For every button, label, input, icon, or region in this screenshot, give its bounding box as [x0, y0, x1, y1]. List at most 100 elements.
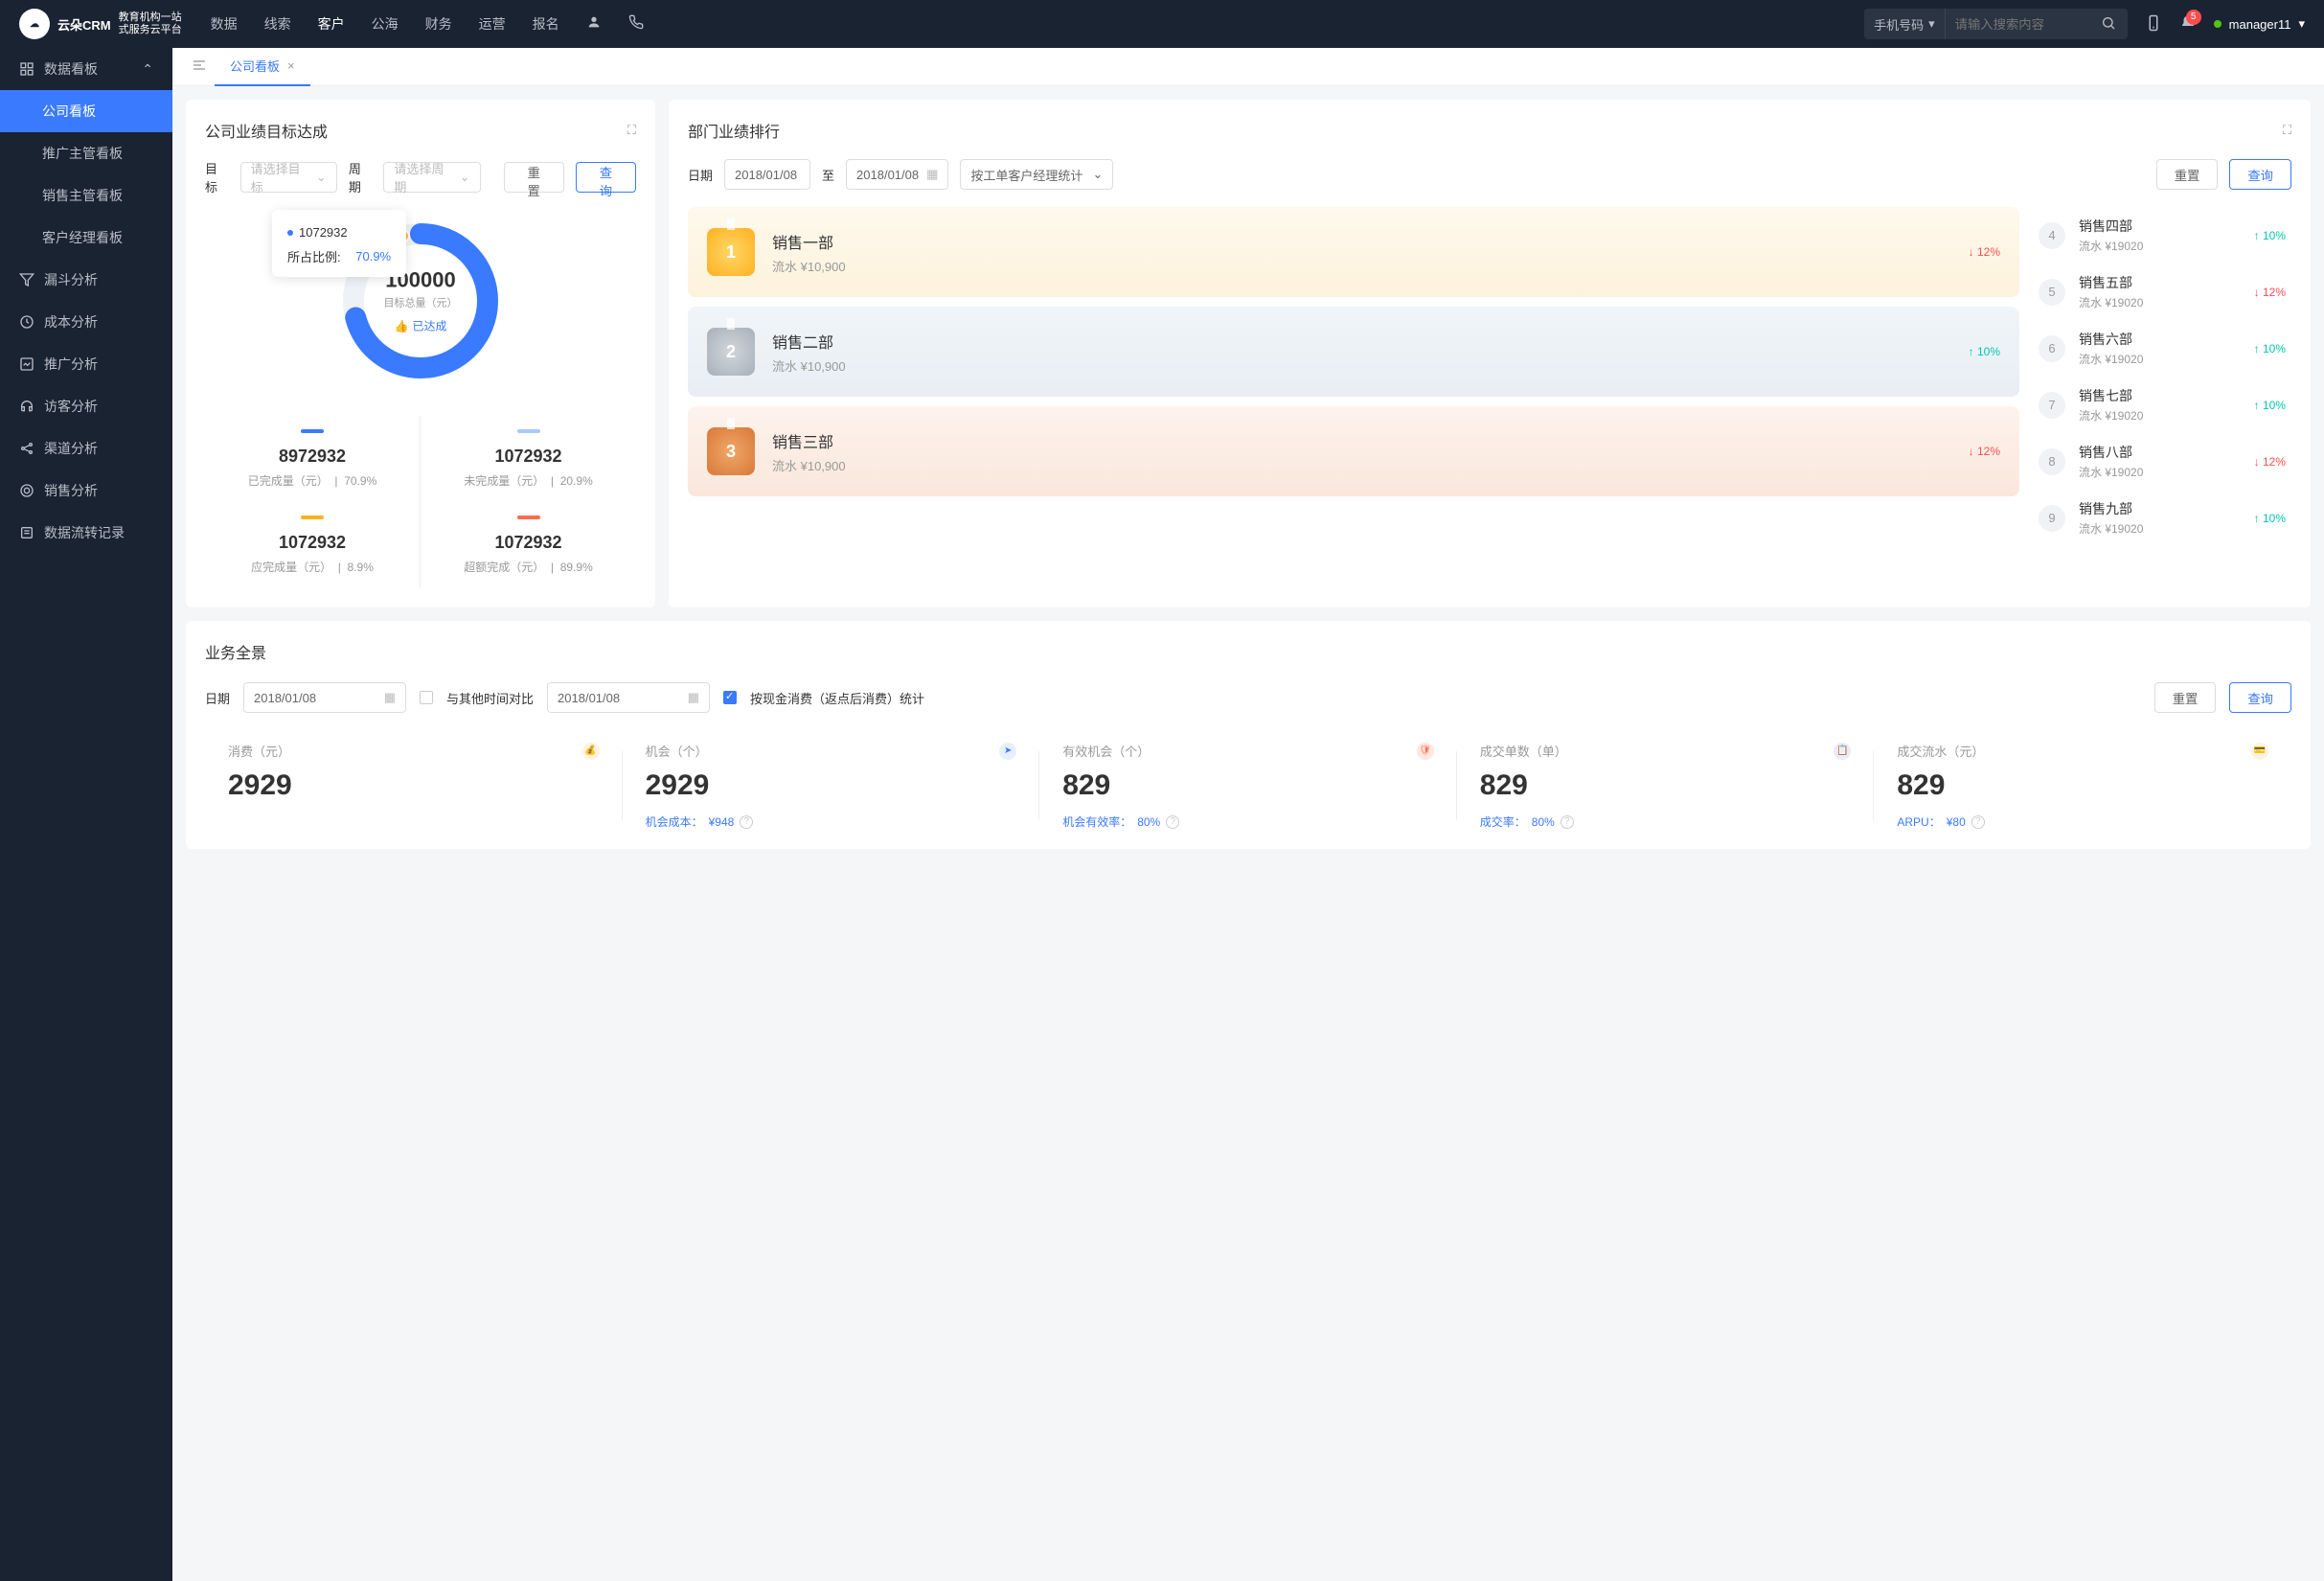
help-icon[interactable]: ?	[740, 815, 753, 829]
nav-leads[interactable]: 线索	[264, 14, 291, 34]
collapse-button[interactable]	[184, 57, 215, 76]
tab-close-icon[interactable]: ×	[287, 58, 295, 73]
overview-reset-button[interactable]: 重置	[2154, 682, 2217, 713]
calendar-icon: ▦	[688, 690, 699, 705]
target-select[interactable]: 请选择目标⌄	[240, 162, 337, 193]
rank-card[interactable]: 2 销售二部 流水 ¥10,900 ↑ 10%	[688, 307, 2019, 397]
mobile-icon[interactable]	[2145, 14, 2162, 34]
period-label: 周期	[349, 159, 373, 195]
nav-operations[interactable]: 运营	[479, 14, 506, 34]
rank-name: 销售二部	[772, 330, 1951, 353]
sidebar-item-sales[interactable]: 销售分析	[0, 470, 172, 512]
rank-name: 销售一部	[772, 230, 1951, 253]
sidebar-item-visitor[interactable]: 访客分析	[0, 385, 172, 427]
thumbsup-icon: 👍	[395, 319, 409, 332]
help-icon[interactable]: ?	[1971, 815, 1985, 829]
topnav: ☁ 云朵CRM 教育机构一站 式服务云平台 数据 线索 客户 公海 财务 运营 …	[0, 0, 2324, 48]
ranking-query-button[interactable]: 查询	[2229, 159, 2291, 190]
sidebar-item-promo[interactable]: 推广分析	[0, 343, 172, 385]
rank-row[interactable]: 4 销售四部 流水 ¥19020 ↑ 10%	[2033, 207, 2291, 264]
sidebar-item-flow[interactable]: 数据流转记录	[0, 512, 172, 554]
chevron-up-icon: ⌃	[142, 61, 153, 78]
target-label: 目标	[205, 159, 229, 195]
tab-company-board[interactable]: 公司看板 ×	[215, 48, 310, 86]
rank-row-sub: 流水 ¥19020	[2079, 407, 2241, 424]
nav-phone-icon[interactable]	[628, 14, 644, 34]
nav-customers[interactable]: 客户	[318, 14, 345, 34]
goal-reset-button[interactable]: 重置	[504, 162, 564, 193]
kpi-icon: 📋	[1834, 743, 1851, 760]
chevron-down-icon: ⌄	[316, 170, 327, 185]
overview-panel: 业务全景 日期 2018/01/08 ▦ 与其他时间对比 2018/01/08 …	[186, 621, 2311, 849]
kpi-value: 829	[1480, 769, 1852, 802]
calendar-icon: ▦	[926, 167, 938, 182]
ranking-title: 部门业绩排行	[688, 119, 780, 142]
rank-row-name: 销售七部	[2079, 386, 2241, 405]
rank-card[interactable]: 3 销售三部 流水 ¥10,900 ↓ 12%	[688, 406, 2019, 496]
rank-row[interactable]: 5 销售五部 流水 ¥19020 ↓ 12%	[2033, 264, 2291, 320]
sidebar-item-manager-board[interactable]: 客户经理看板	[0, 217, 172, 259]
compare-checkbox[interactable]	[420, 691, 433, 704]
sidebar-item-sales-board[interactable]: 销售主管看板	[0, 174, 172, 217]
kpi-value: 2929	[228, 769, 600, 802]
rank-row-sub: 流水 ¥19020	[2079, 238, 2241, 254]
sidebar: 数据看板 ⌃ 公司看板 推广主管看板 销售主管看板 客户经理看板 漏斗分析 成本…	[0, 48, 172, 1581]
search-type-select[interactable]: 手机号码 ▾	[1864, 9, 1946, 39]
sidebar-item-channel[interactable]: 渠道分析	[0, 427, 172, 470]
search-button[interactable]	[2089, 15, 2128, 34]
stat-incomplete: 1072932 未完成量（元） | 20.9%	[421, 416, 636, 502]
rank-sub: 流水 ¥10,900	[772, 356, 1951, 375]
overview-date2-input[interactable]: 2018/01/08 ▦	[547, 682, 710, 713]
donut-label: 目标总量（元）	[384, 295, 458, 310]
chevron-down-icon: ▾	[1928, 16, 1935, 32]
expand-icon[interactable]: ⛶	[2283, 123, 2291, 138]
ranking-reset-button[interactable]: 重置	[2156, 159, 2219, 190]
rank-row[interactable]: 7 销售七部 流水 ¥19020 ↑ 10%	[2033, 377, 2291, 433]
period-select[interactable]: 请选择周期⌄	[383, 162, 480, 193]
sidebar-item-promo-board[interactable]: 推广主管看板	[0, 132, 172, 174]
user-menu[interactable]: manager11 ▾	[2214, 16, 2305, 32]
rank-row[interactable]: 6 销售六部 流水 ¥19020 ↑ 10%	[2033, 320, 2291, 377]
sidebar-item-cost[interactable]: 成本分析	[0, 301, 172, 343]
ranking-panel: 部门业绩排行 ⛶ 日期 2018/01/08 至 2018/01/08 ▦	[669, 100, 2311, 607]
logo[interactable]: ☁ 云朵CRM 教育机构一站 式服务云平台	[19, 9, 182, 39]
help-icon[interactable]: ?	[1561, 815, 1574, 829]
dashboard-icon	[19, 61, 34, 77]
kpi-card: 成交单数（单） 📋 829 成交率：80%?	[1457, 742, 1875, 830]
bell-icon[interactable]: 5	[2179, 14, 2197, 34]
search-input[interactable]	[1946, 17, 2089, 32]
overview-date1-input[interactable]: 2018/01/08 ▦	[243, 682, 406, 713]
rank-row-sub: 流水 ¥19020	[2079, 520, 2241, 537]
kpi-card: 机会（个） ➤ 2929 机会成本：¥948?	[623, 742, 1040, 830]
kpi-value: 2929	[646, 769, 1017, 802]
cash-checkbox[interactable]	[723, 691, 737, 704]
date-from-input[interactable]: 2018/01/08	[724, 159, 810, 190]
kpi-sub: ARPU：¥80?	[1897, 813, 2268, 830]
status-dot	[2214, 20, 2221, 28]
mode-select[interactable]: 按工单客户经理统计⌄	[960, 159, 1113, 190]
rank-row[interactable]: 8 销售八部 流水 ¥19020 ↓ 12%	[2033, 433, 2291, 490]
chevron-down-icon: ▾	[2298, 16, 2305, 32]
sidebar-item-company-board[interactable]: 公司看板	[0, 90, 172, 132]
rank-card[interactable]: 1 销售一部 流水 ¥10,900 ↓ 12%	[688, 207, 2019, 297]
sidebar-item-dashboard[interactable]: 数据看板 ⌃	[0, 48, 172, 90]
nav-person-icon[interactable]	[586, 14, 602, 34]
rank-row-pct: ↓ 12%	[2254, 455, 2286, 469]
help-icon[interactable]: ?	[1166, 815, 1179, 829]
expand-icon[interactable]: ⛶	[627, 123, 636, 138]
nav-finance[interactable]: 财务	[425, 14, 452, 34]
kpi-icon: ➤	[999, 743, 1016, 760]
rank-row[interactable]: 9 销售九部 流水 ¥19020 ↑ 10%	[2033, 490, 2291, 546]
donut-badge: 👍 已达成	[395, 318, 447, 334]
logo-main: 云朵CRM	[57, 15, 111, 34]
rank-sub: 流水 ¥10,900	[772, 456, 1951, 474]
date-to-input[interactable]: 2018/01/08 ▦	[846, 159, 948, 190]
overview-query-button[interactable]: 查询	[2229, 682, 2291, 713]
nav-public[interactable]: 公海	[372, 14, 399, 34]
nav-data[interactable]: 数据	[211, 14, 238, 34]
nav-signup[interactable]: 报名	[533, 14, 559, 34]
sidebar-item-funnel[interactable]: 漏斗分析	[0, 259, 172, 301]
rank-row-pct: ↑ 10%	[2254, 342, 2286, 355]
goal-query-button[interactable]: 查询	[576, 162, 636, 193]
rank-sub: 流水 ¥10,900	[772, 257, 1951, 275]
